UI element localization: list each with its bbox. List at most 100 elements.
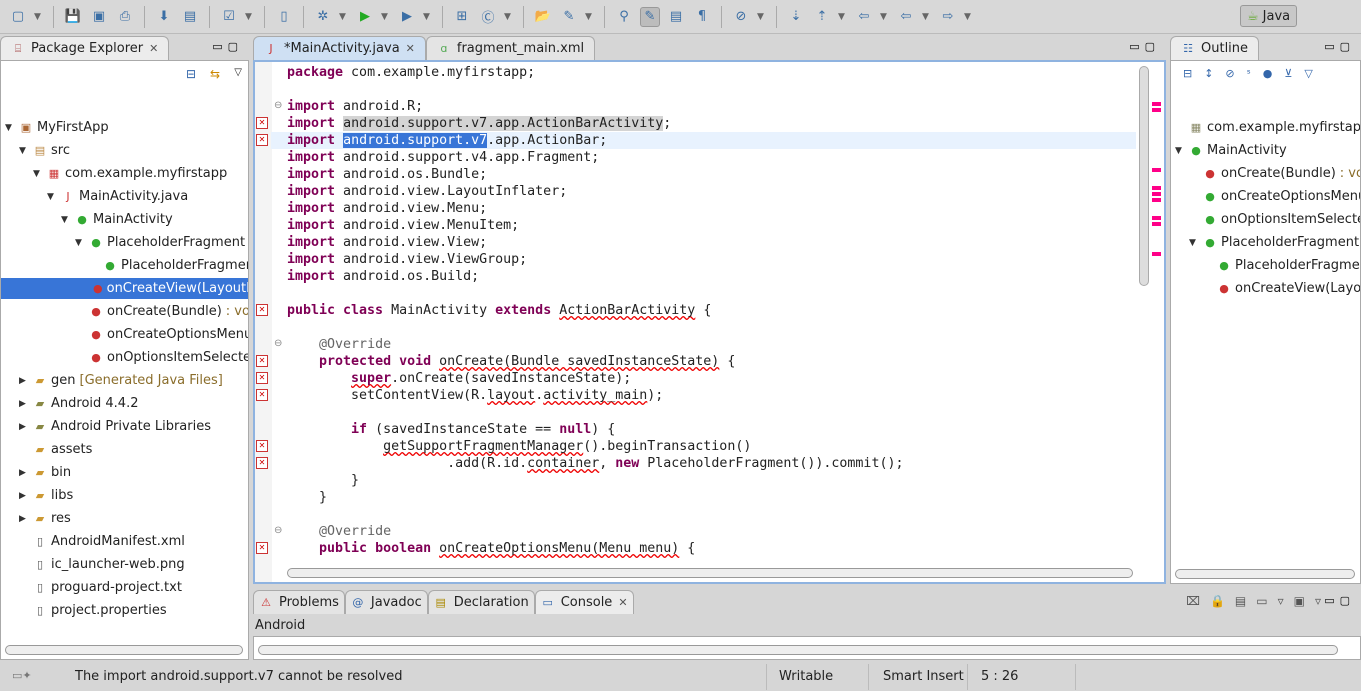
tab-package-explorer[interactable]: ⌸ Package Explorer ✕ — [0, 36, 170, 60]
code-line[interactable]: .add(R.id.container, new PlaceholderFrag… — [287, 455, 903, 472]
dropdown-arrow-icon[interactable]: ▼ — [245, 12, 255, 22]
java-perspective-button[interactable]: ☕ Java — [1240, 5, 1298, 27]
tree-item[interactable]: ● onCreateView(LayoutInflater, ViewGroup,… — [1203, 278, 1360, 299]
overview-error-marker[interactable] — [1152, 102, 1161, 106]
expanded-twisty-icon[interactable]: ▼ — [1189, 238, 1199, 248]
tab-problems[interactable]: ⚠ Problems — [253, 590, 345, 614]
new-java-package-icon[interactable]: ⊞ — [452, 7, 472, 27]
tree-item[interactable]: ▯ AndroidManifest.xml — [19, 531, 185, 552]
code-line[interactable]: package com.example.myfirstapp; — [287, 64, 535, 81]
tree-item[interactable]: ▼ ● PlaceholderFragment — [75, 232, 245, 253]
tree-item[interactable]: ● PlaceholderFragment() — [1203, 255, 1360, 276]
code-line[interactable]: super.onCreate(savedInstanceState); — [287, 370, 631, 387]
fold-collapse-icon[interactable]: ⊖ — [274, 100, 282, 111]
console-toolbar-icons[interactable]: ⌧🔒▤▭▿▣▿ — [1186, 594, 1331, 608]
outline-toolbar-icons[interactable]: ⊟↕⊘ˢ●⊻▽ — [1183, 67, 1325, 80]
fold-collapse-icon[interactable]: ⊖ — [274, 525, 282, 536]
code-line[interactable]: import android.view.ViewGroup; — [287, 251, 527, 268]
tree-item[interactable]: ▼ J MainActivity.java — [47, 186, 188, 207]
tree-item[interactable]: ● onCreateOptionsMenu(Menu) — [1189, 186, 1360, 207]
collapsed-twisty-icon[interactable]: ▶ — [19, 399, 29, 409]
minimize-maximize-buttons[interactable]: ▭▢ — [1324, 40, 1355, 53]
code-line[interactable]: import android.os.Build; — [287, 268, 479, 285]
android-sdk-manager-icon[interactable]: ⬇ — [154, 7, 174, 27]
code-line[interactable]: import android.view.Menu; — [287, 200, 487, 217]
tree-item[interactable]: ● onOptionsItemSelected(MenuItem) — [75, 347, 248, 368]
code-line[interactable]: setContentView(R.layout.activity_main); — [287, 387, 663, 404]
overview-error-marker[interactable] — [1152, 216, 1161, 220]
run-lint-icon[interactable]: ☑ — [219, 7, 239, 27]
previous-annotation-icon[interactable]: ⇡ — [812, 7, 832, 27]
code-line[interactable]: @Override — [287, 523, 391, 540]
minimize-maximize-buttons[interactable]: ▭▢ — [212, 40, 243, 53]
code-line[interactable]: } — [287, 472, 359, 489]
overview-error-marker[interactable] — [1152, 168, 1161, 172]
expanded-twisty-icon[interactable]: ▼ — [61, 215, 71, 225]
tree-item[interactable]: ▶ ▰ bin — [19, 462, 71, 483]
horizontal-scrollbar[interactable] — [287, 568, 1133, 578]
run-external-tools-icon[interactable]: ▶ — [397, 7, 417, 27]
code-line[interactable]: import android.support.v7.app.ActionBarA… — [287, 115, 671, 132]
dropdown-arrow-icon[interactable]: ▼ — [423, 12, 433, 22]
dropdown-arrow-icon[interactable]: ▼ — [964, 12, 974, 22]
close-icon[interactable]: ✕ — [149, 42, 158, 55]
horizontal-scrollbar[interactable] — [1175, 569, 1355, 579]
block-selection-icon[interactable]: ▤ — [666, 7, 686, 27]
new-java-class-icon[interactable]: Ⓒ — [478, 7, 498, 27]
tree-item[interactable]: ▦ com.example.myfirstapp — [1175, 117, 1360, 138]
dropdown-arrow-icon[interactable]: ▼ — [585, 12, 595, 22]
code-line[interactable]: import android.R; — [287, 98, 423, 115]
error-marker-icon[interactable]: ✕ — [256, 457, 268, 469]
tree-item[interactable]: ● PlaceholderFragment() — [89, 255, 248, 276]
tree-item[interactable]: ▶ ▰ libs — [19, 485, 73, 506]
dropdown-arrow-icon[interactable]: ▼ — [838, 12, 848, 22]
save-icon[interactable]: 💾 — [63, 7, 83, 27]
code-line[interactable]: if (savedInstanceState == null) { — [287, 421, 615, 438]
tree-item[interactable]: ● onCreate(Bundle) : void — [1189, 163, 1360, 184]
android-avd-manager-icon[interactable]: ▤ — [180, 7, 200, 27]
print-icon[interactable]: ⎙ — [115, 7, 135, 27]
tree-item[interactable]: ● onOptionsItemSelected(MenuItem) — [1189, 209, 1360, 230]
tree-item[interactable]: ▶ ▰ Android 4.4.2 — [19, 393, 138, 414]
skip-breakpoints-icon[interactable]: ⊘ — [731, 7, 751, 27]
fold-collapse-icon[interactable]: ⊖ — [274, 338, 282, 349]
expanded-twisty-icon[interactable]: ▼ — [19, 146, 29, 156]
code-line[interactable]: public boolean onCreateOptionsMenu(Menu … — [287, 540, 695, 557]
tree-item[interactable]: ▶ ▰ res — [19, 508, 71, 529]
search-icon[interactable]: ✎ — [559, 7, 579, 27]
overview-error-marker[interactable] — [1152, 222, 1161, 226]
minimize-maximize-buttons[interactable]: ▭▢ — [1324, 594, 1355, 607]
tab-javadoc[interactable]: @ Javadoc — [344, 590, 428, 614]
overview-error-marker[interactable] — [1152, 198, 1161, 202]
error-marker-icon[interactable]: ✕ — [256, 134, 268, 146]
dropdown-arrow-icon[interactable]: ▼ — [922, 12, 932, 22]
overview-error-marker[interactable] — [1152, 186, 1161, 190]
collapsed-twisty-icon[interactable]: ▶ — [19, 491, 29, 501]
close-icon[interactable]: ✕ — [618, 596, 627, 609]
tab-declaration[interactable]: ▤ Declaration — [427, 590, 535, 614]
open-task-icon[interactable]: ⚲ — [614, 7, 634, 27]
dropdown-arrow-icon[interactable]: ▼ — [880, 12, 890, 22]
expanded-twisty-icon[interactable]: ▼ — [75, 238, 85, 248]
tab-editor-1[interactable]: ɑ fragment_main.xml — [425, 36, 596, 60]
code-line[interactable]: import android.view.MenuItem; — [287, 217, 519, 234]
tree-item[interactable]: ▯ project.properties — [19, 600, 167, 621]
collapsed-twisty-icon[interactable]: ▶ — [19, 468, 29, 478]
tree-item[interactable]: ▼ ▣ MyFirstApp — [5, 117, 109, 138]
tree-item[interactable]: ▯ ic_launcher-web.png — [19, 554, 185, 575]
dropdown-arrow-icon[interactable]: ▼ — [34, 12, 44, 22]
tree-item[interactable]: ▼ ● PlaceholderFragment — [1189, 232, 1359, 253]
error-marker-icon[interactable]: ✕ — [256, 304, 268, 316]
code-line[interactable]: protected void onCreate(Bundle savedInst… — [287, 353, 735, 370]
dropdown-arrow-icon[interactable]: ▼ — [757, 12, 767, 22]
save-all-icon[interactable]: ▣ — [89, 7, 109, 27]
error-marker-icon[interactable]: ✕ — [256, 389, 268, 401]
debug-icon[interactable]: ✲ — [313, 7, 333, 27]
tree-item[interactable]: ▼ ▤ src — [19, 140, 70, 161]
collapse-all-icon[interactable]: ⊟ — [186, 67, 196, 81]
code-line[interactable]: import android.view.LayoutInflater; — [287, 183, 567, 200]
horizontal-scrollbar[interactable] — [5, 645, 243, 655]
expanded-twisty-icon[interactable]: ▼ — [47, 192, 57, 202]
collapsed-twisty-icon[interactable]: ▶ — [19, 514, 29, 524]
error-marker-icon[interactable]: ✕ — [256, 542, 268, 554]
